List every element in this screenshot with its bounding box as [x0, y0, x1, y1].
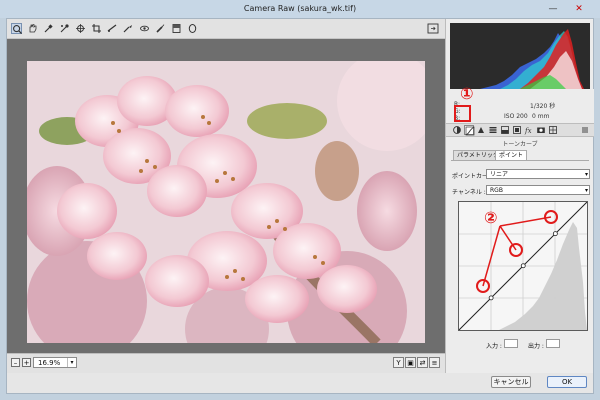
targeted-adjustment-tool-icon[interactable] — [75, 23, 86, 34]
white-balance-tool-icon[interactable] — [43, 23, 54, 34]
section-title: トーンカーブ — [502, 141, 538, 148]
channel-value: RGB — [490, 187, 503, 194]
shutter-speed: 1/320 秒 — [530, 103, 556, 110]
tab-point[interactable]: ポイント — [495, 150, 528, 160]
detail-tab-icon[interactable] — [476, 125, 486, 135]
dialog-client: – + 16.9% ▾ Y ▣ ⇄ ≡ R: G: B: 1/320 秒 ISO… — [6, 18, 594, 394]
curve-point-3[interactable] — [552, 231, 558, 237]
channel-select[interactable]: RGB ▾ — [486, 185, 590, 195]
basic-panel-tab-icon[interactable] — [452, 125, 462, 135]
input-field[interactable] — [504, 339, 518, 348]
dialog-footer: キャンセル OK — [7, 373, 593, 393]
chevron-down-icon: ▾ — [584, 171, 588, 178]
zoom-level-select[interactable]: 16.9% ▾ — [33, 357, 77, 368]
rgb-b-label: B: — [454, 115, 461, 122]
tone-curve-subtabs: パラメトリック ポイント — [451, 150, 589, 161]
marker-1: ① — [460, 84, 474, 103]
hand-tool-icon[interactable] — [27, 23, 38, 34]
zoom-out-button[interactable]: – — [11, 358, 20, 367]
close-button[interactable]: ✕ — [566, 0, 592, 18]
ok-button[interactable]: OK — [547, 376, 587, 388]
panel-menu-icon[interactable] — [580, 125, 590, 135]
panel-tabs: fx — [446, 123, 594, 137]
view-settings-button[interactable]: ≡ — [429, 357, 440, 368]
camera-raw-window: Camera Raw (sakura_wk.tif) — ✕ – + 16.9%… — [0, 0, 600, 400]
crop-tool-icon[interactable] — [91, 23, 102, 34]
output-label: 出力 : — [528, 343, 544, 350]
spot-removal-tool-icon[interactable] — [123, 23, 134, 34]
histogram — [450, 23, 590, 89]
input-label: 入力 : — [486, 343, 502, 350]
tone-curve-tab-icon[interactable] — [464, 125, 475, 136]
before-after-toggle[interactable]: Y — [393, 357, 404, 368]
point-curve-select[interactable]: リニア ▾ — [486, 169, 590, 179]
title-bar: Camera Raw (sakura_wk.tif) — ✕ — [0, 0, 600, 18]
chevron-down-icon: ▾ — [67, 358, 76, 367]
svg-text:fx: fx — [524, 127, 532, 135]
radial-filter-icon[interactable] — [187, 23, 198, 34]
tone-curve-graph[interactable] — [458, 201, 588, 331]
before-after-view-button[interactable]: ▣ — [405, 357, 416, 368]
lens-corrections-tab-icon[interactable] — [512, 125, 522, 135]
camera-calibration-tab-icon[interactable] — [536, 125, 546, 135]
effects-tab-icon[interactable]: fx — [524, 125, 534, 135]
open-preferences-icon[interactable] — [427, 23, 439, 34]
marker-2: ② — [484, 208, 498, 227]
swap-view-button[interactable]: ⇄ — [417, 357, 428, 368]
output-field[interactable] — [546, 339, 560, 348]
graduated-filter-icon[interactable] — [171, 23, 182, 34]
adjustment-panel: R: G: B: 1/320 秒 ISO 200 0 mm fx トーンカーブ … — [445, 19, 594, 373]
window-title: Camera Raw (sakura_wk.tif) — [243, 4, 357, 13]
adjustment-brush-icon[interactable] — [155, 23, 166, 34]
straighten-tool-icon[interactable] — [107, 23, 118, 34]
rgb-g-label: G: — [454, 108, 461, 115]
split-toning-tab-icon[interactable] — [500, 125, 510, 135]
curve-point-2[interactable] — [520, 263, 526, 269]
image-preview-area[interactable] — [7, 39, 445, 353]
hsl-tab-icon[interactable] — [488, 125, 498, 135]
red-eye-removal-tool-icon[interactable] — [139, 23, 150, 34]
point-curve-value: リニア — [490, 171, 509, 178]
cancel-button[interactable]: キャンセル — [491, 376, 531, 388]
preview-status-bar: – + 16.9% ▾ Y ▣ ⇄ ≡ — [7, 353, 445, 373]
minimize-button[interactable]: — — [540, 0, 566, 18]
zoom-in-button[interactable]: + — [22, 358, 31, 367]
chevron-down-icon: ▾ — [584, 187, 588, 194]
zoom-tool-icon[interactable] — [11, 23, 23, 35]
curve-point-1[interactable] — [488, 295, 494, 301]
tool-bar — [7, 19, 445, 39]
preview-image — [27, 61, 425, 343]
channel-label: チャンネル : — [452, 189, 486, 196]
presets-tab-icon[interactable] — [548, 125, 558, 135]
iso-value: ISO 200 — [504, 113, 528, 120]
color-sampler-tool-icon[interactable] — [59, 23, 70, 34]
zoom-level-value: 16.9% — [38, 359, 61, 367]
focal-length: 0 mm — [532, 113, 550, 120]
